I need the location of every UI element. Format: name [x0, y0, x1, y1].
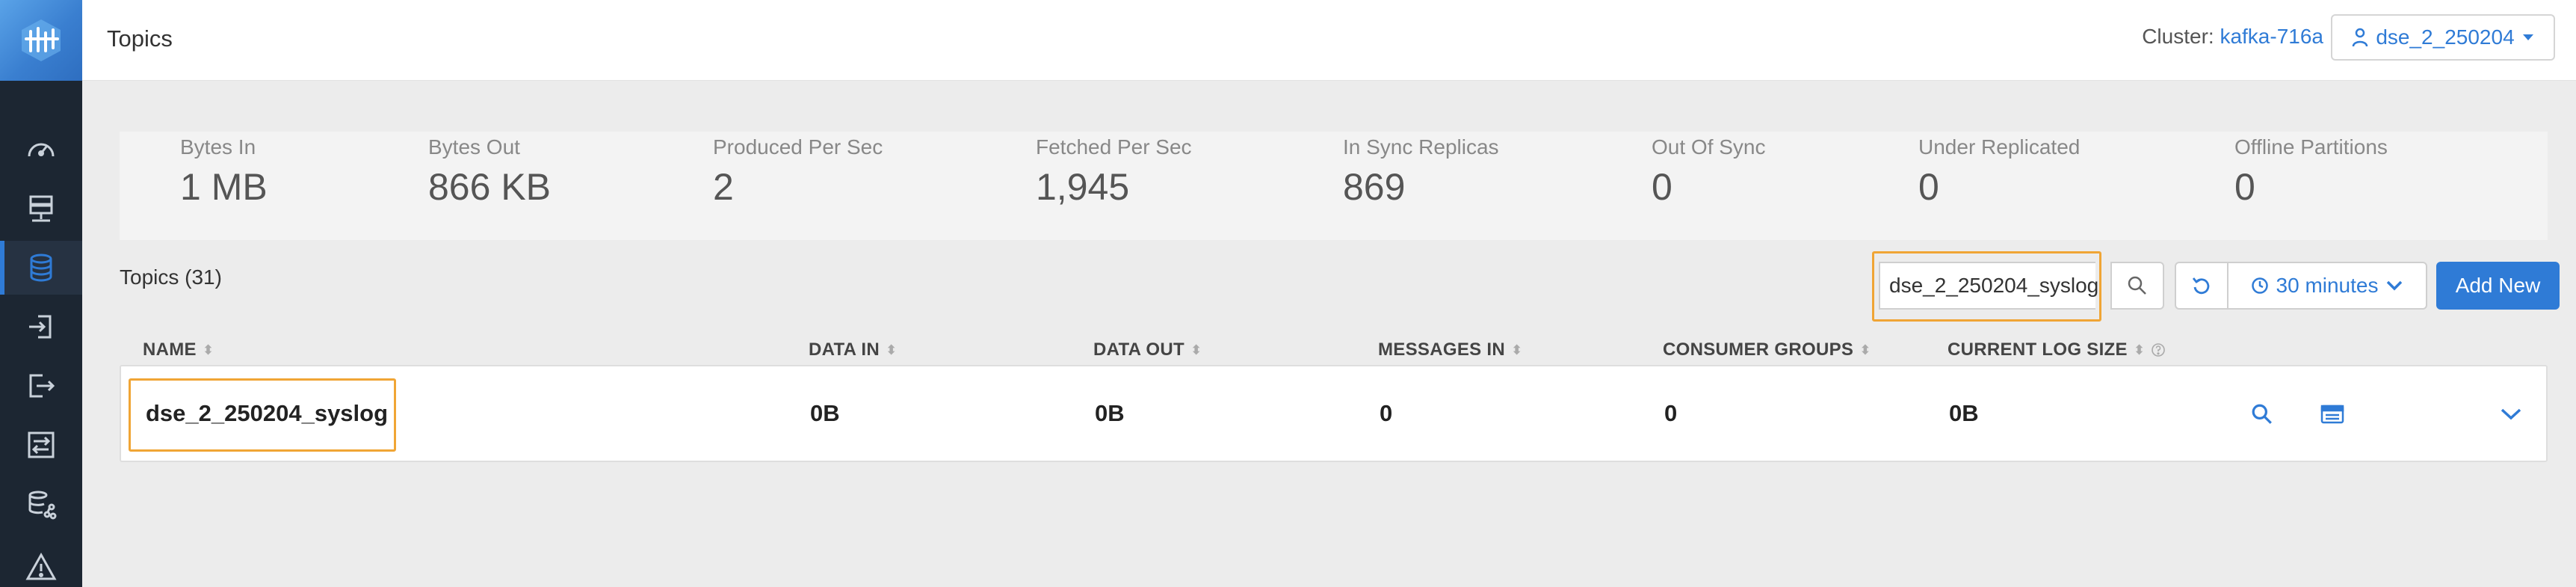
- sort-icon: ⬍: [1190, 342, 1202, 357]
- cell-messages-in: 0: [1380, 400, 1393, 426]
- column-header-data-out[interactable]: DATA OUT ⬍: [1093, 339, 1202, 360]
- add-new-button[interactable]: Add New: [2436, 262, 2560, 310]
- caret-down-icon: [2522, 34, 2533, 40]
- user-menu-button[interactable]: dse_2_250204: [2331, 14, 2555, 61]
- chevron-down-icon: [2501, 408, 2521, 420]
- help-icon[interactable]: [2151, 342, 2166, 357]
- chevron-down-icon: [2387, 280, 2403, 291]
- column-header-label: DATA OUT: [1093, 339, 1184, 360]
- stat-value: 866 KB: [428, 166, 552, 208]
- sidebar-item-replication[interactable]: [0, 418, 82, 472]
- database-icon: [30, 253, 52, 282]
- stat-value: 2: [713, 166, 734, 208]
- logo-icon: [22, 19, 61, 61]
- sort-icon: ⬍: [2133, 342, 2146, 357]
- column-header-name[interactable]: NAME ⬍: [143, 339, 214, 360]
- search-button[interactable]: [2110, 262, 2164, 310]
- sidebar: [0, 0, 82, 587]
- cluster-label: Cluster:: [2142, 25, 2214, 48]
- view-data-button[interactable]: [2317, 399, 2347, 429]
- stat-label: Bytes In: [180, 135, 256, 159]
- search-icon: [2128, 276, 2146, 295]
- stat-label: Out Of Sync: [1652, 135, 1766, 159]
- stat-value: 0: [1918, 166, 1939, 208]
- topics-count: Topics (31): [120, 265, 222, 289]
- sort-icon: ⬍: [1511, 342, 1523, 357]
- logout-icon: [29, 374, 55, 398]
- speedometer-icon: [28, 143, 55, 157]
- cell-data-in: 0B: [810, 400, 840, 426]
- refresh-icon: [2192, 277, 2210, 295]
- stat-label: Offline Partitions: [2234, 135, 2388, 159]
- user-icon: [2353, 28, 2368, 47]
- table-row[interactable]: dse_2_250204_syslog 0B 0B 0 0 0B: [120, 365, 2548, 462]
- sort-icon: ⬍: [202, 342, 214, 357]
- stat-label: In Sync Replicas: [1343, 135, 1499, 159]
- time-range-dropdown[interactable]: 30 minutes: [2227, 262, 2427, 310]
- sort-icon: ⬍: [885, 342, 898, 357]
- sidebar-item-dashboard[interactable]: [0, 122, 82, 176]
- column-header-label: MESSAGES IN: [1378, 339, 1505, 360]
- column-header-label: NAME: [143, 339, 197, 360]
- column-header-label: CURRENT LOG SIZE: [1948, 339, 2128, 360]
- stat-value: 869: [1343, 166, 1406, 208]
- view-details-button[interactable]: [2247, 399, 2277, 429]
- column-header-label: DATA IN: [809, 339, 880, 360]
- stat-value: 1 MB: [180, 166, 268, 208]
- database-share-icon: [28, 491, 57, 520]
- stat-label: Fetched Per Sec: [1036, 135, 1192, 159]
- sort-icon: ⬍: [1859, 342, 1871, 357]
- metrics-summary: Bytes In 1 MB Bytes Out 866 KB Produced …: [120, 132, 2548, 240]
- search-icon: [2252, 404, 2272, 424]
- warning-icon: [25, 552, 57, 580]
- app-logo[interactable]: [0, 0, 82, 81]
- column-header-data-in[interactable]: DATA IN ⬍: [809, 339, 897, 360]
- top-header: Topics Cluster: kafka-716a dse_2_250204: [82, 0, 2576, 81]
- sidebar-item-topics[interactable]: [0, 241, 82, 295]
- sidebar-item-producers[interactable]: [0, 300, 82, 354]
- stat-label: Produced Per Sec: [713, 135, 883, 159]
- sidebar-item-topology[interactable]: [0, 477, 82, 531]
- sidebar-item-alerts[interactable]: [0, 540, 82, 587]
- transfer-icon: [28, 431, 55, 458]
- column-header-consumer-groups[interactable]: CONSUMER GROUPS ⬍: [1663, 339, 1871, 360]
- column-header-messages-in[interactable]: MESSAGES IN ⬍: [1378, 339, 1522, 360]
- expand-row-button[interactable]: [2496, 399, 2526, 429]
- column-header-label: CONSUMER GROUPS: [1663, 339, 1854, 360]
- user-name: dse_2_250204: [2376, 25, 2515, 49]
- clock-icon: [2251, 277, 2268, 294]
- refresh-button[interactable]: [2175, 262, 2228, 310]
- cell-consumer-groups: 0: [1664, 400, 1678, 426]
- search-input[interactable]: dse_2_250204_syslog: [1879, 262, 2098, 310]
- stat-value: 0: [1652, 166, 1672, 208]
- stat-label: Bytes Out: [428, 135, 520, 159]
- column-header-current-log-size[interactable]: CURRENT LOG SIZE ⬍: [1948, 339, 2166, 360]
- page-title: Topics: [107, 25, 173, 52]
- stat-label: Under Replicated: [1918, 135, 2081, 159]
- cluster-link[interactable]: kafka-716a: [2220, 25, 2323, 48]
- table-icon: [2320, 405, 2344, 424]
- server-icon: [29, 195, 53, 222]
- login-icon: [29, 315, 52, 339]
- time-range-label: 30 minutes: [2276, 274, 2379, 297]
- topic-name-link[interactable]: dse_2_250204_syslog: [146, 400, 388, 427]
- cluster-info: Cluster: kafka-716a: [2142, 25, 2323, 49]
- sidebar-item-consumers[interactable]: [0, 359, 82, 413]
- stat-value: 1,945: [1036, 166, 1130, 208]
- stat-value: 0: [2234, 166, 2255, 208]
- cell-log-size: 0B: [1949, 400, 1979, 426]
- sidebar-item-brokers[interactable]: [0, 182, 82, 236]
- cell-data-out: 0B: [1095, 400, 1125, 426]
